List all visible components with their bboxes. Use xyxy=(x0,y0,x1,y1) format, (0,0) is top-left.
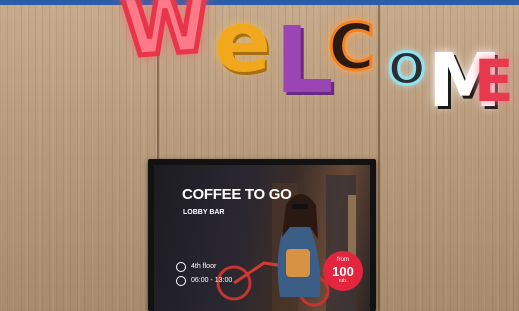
location-pin-icon xyxy=(176,262,186,272)
ad-title: COFFEE TO GO xyxy=(182,186,292,203)
price-badge: from 100 rub. xyxy=(323,251,363,291)
sign-letter-c: C xyxy=(327,11,377,85)
tv-screen: COFFEE TO GO LOBBY BAR 4th floor 06:00 -… xyxy=(148,159,376,311)
ad-floor: 4th floor xyxy=(191,263,217,270)
sign-letter-o: O xyxy=(386,44,426,95)
sign-letter-e-end: E xyxy=(474,47,514,115)
price-unit: rub. xyxy=(338,278,348,284)
price-value: 100 xyxy=(332,264,354,279)
coffee-ad: COFFEE TO GO LOBBY BAR 4th floor 06:00 -… xyxy=(154,165,370,311)
ad-hours: 06:00 - 13:00 xyxy=(191,277,233,284)
ad-subtitle: LOBBY BAR xyxy=(183,209,225,216)
photo-scene: W e L C O M E COFFEE TO GO LOBBY BAR 4th… xyxy=(0,0,519,311)
clock-icon xyxy=(176,276,186,286)
sign-letter-l: L xyxy=(275,7,334,114)
price-from: from xyxy=(337,257,349,263)
sign-letter-w: W xyxy=(116,0,216,77)
sign-letter-e: e xyxy=(214,0,271,91)
